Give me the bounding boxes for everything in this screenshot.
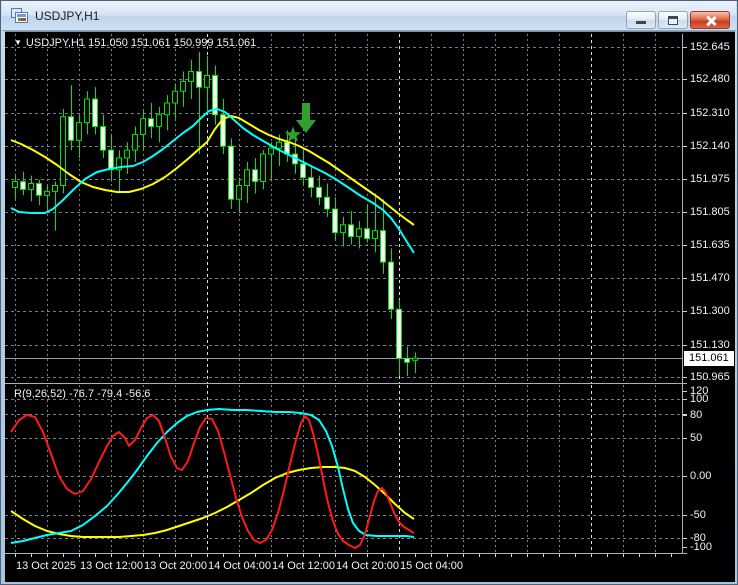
time-axis-label: 13 Oct 12:00 [80, 560, 143, 572]
restore-icon [668, 16, 678, 25]
chevron-down-icon: ▼ [14, 38, 22, 47]
restore-button[interactable] [658, 11, 688, 29]
price-axis-label: 151.635 [690, 239, 730, 251]
titlebar[interactable]: USDJPY,H1 [2, 1, 736, 31]
indicator-axis-label: -50 [690, 509, 706, 521]
price-axis-label: 152.310 [690, 107, 730, 119]
time-axis-label: 14 Oct 20:00 [336, 560, 399, 572]
window-title: USDJPY,H1 [35, 8, 100, 23]
time-axis-label: 14 Oct 04:00 [208, 560, 271, 572]
minimize-icon [636, 21, 646, 24]
indicator-axis-label: 50 [690, 432, 703, 444]
chart-window-icon [11, 8, 28, 23]
time-axis-label: 15 Oct 04:00 [400, 560, 463, 572]
chart-window: USDJPY,H1 ▼ USDJPY,H1 151.050 151.061 150… [0, 0, 738, 585]
price-axis-label: 152.140 [690, 140, 730, 152]
chart-canvas[interactable] [5, 32, 735, 583]
indicator-axis-label: 0.00 [690, 470, 712, 482]
price-axis-label: 151.805 [690, 206, 730, 218]
price-axis-label: 151.300 [690, 305, 730, 317]
window-controls [624, 11, 730, 29]
price-axis-label: 151.975 [690, 173, 730, 185]
minimize-button[interactable] [626, 11, 656, 29]
price-axis-label: 151.130 [690, 339, 730, 351]
symbol-ohlc-label[interactable]: ▼ USDJPY,H1 151.050 151.061 150.999 151.0… [14, 37, 256, 49]
price-axis-label: 150.965 [690, 371, 730, 383]
indicator-axis-label: 100 [690, 393, 709, 405]
chart-client-area: ▼ USDJPY,H1 151.050 151.061 150.999 151.0… [5, 31, 735, 582]
close-button[interactable] [690, 11, 730, 29]
time-axis-label: 13 Oct 2025 [16, 560, 76, 572]
time-axis-label: 14 Oct 12:00 [272, 560, 335, 572]
price-axis-label: 151.470 [690, 272, 730, 284]
indicator-label[interactable]: R(9,26,52) -76.7 -79.4 -56.6 [14, 388, 150, 400]
price-axis-label: 152.480 [690, 73, 730, 85]
close-icon [704, 14, 717, 27]
price-axis-label: 152.645 [690, 41, 730, 53]
time-axis-label: 13 Oct 20:00 [144, 560, 207, 572]
current-price-tag: 151.061 [684, 351, 734, 366]
indicator-axis-label: 80 [690, 409, 703, 421]
indicator-axis-label: -100 [690, 541, 713, 553]
